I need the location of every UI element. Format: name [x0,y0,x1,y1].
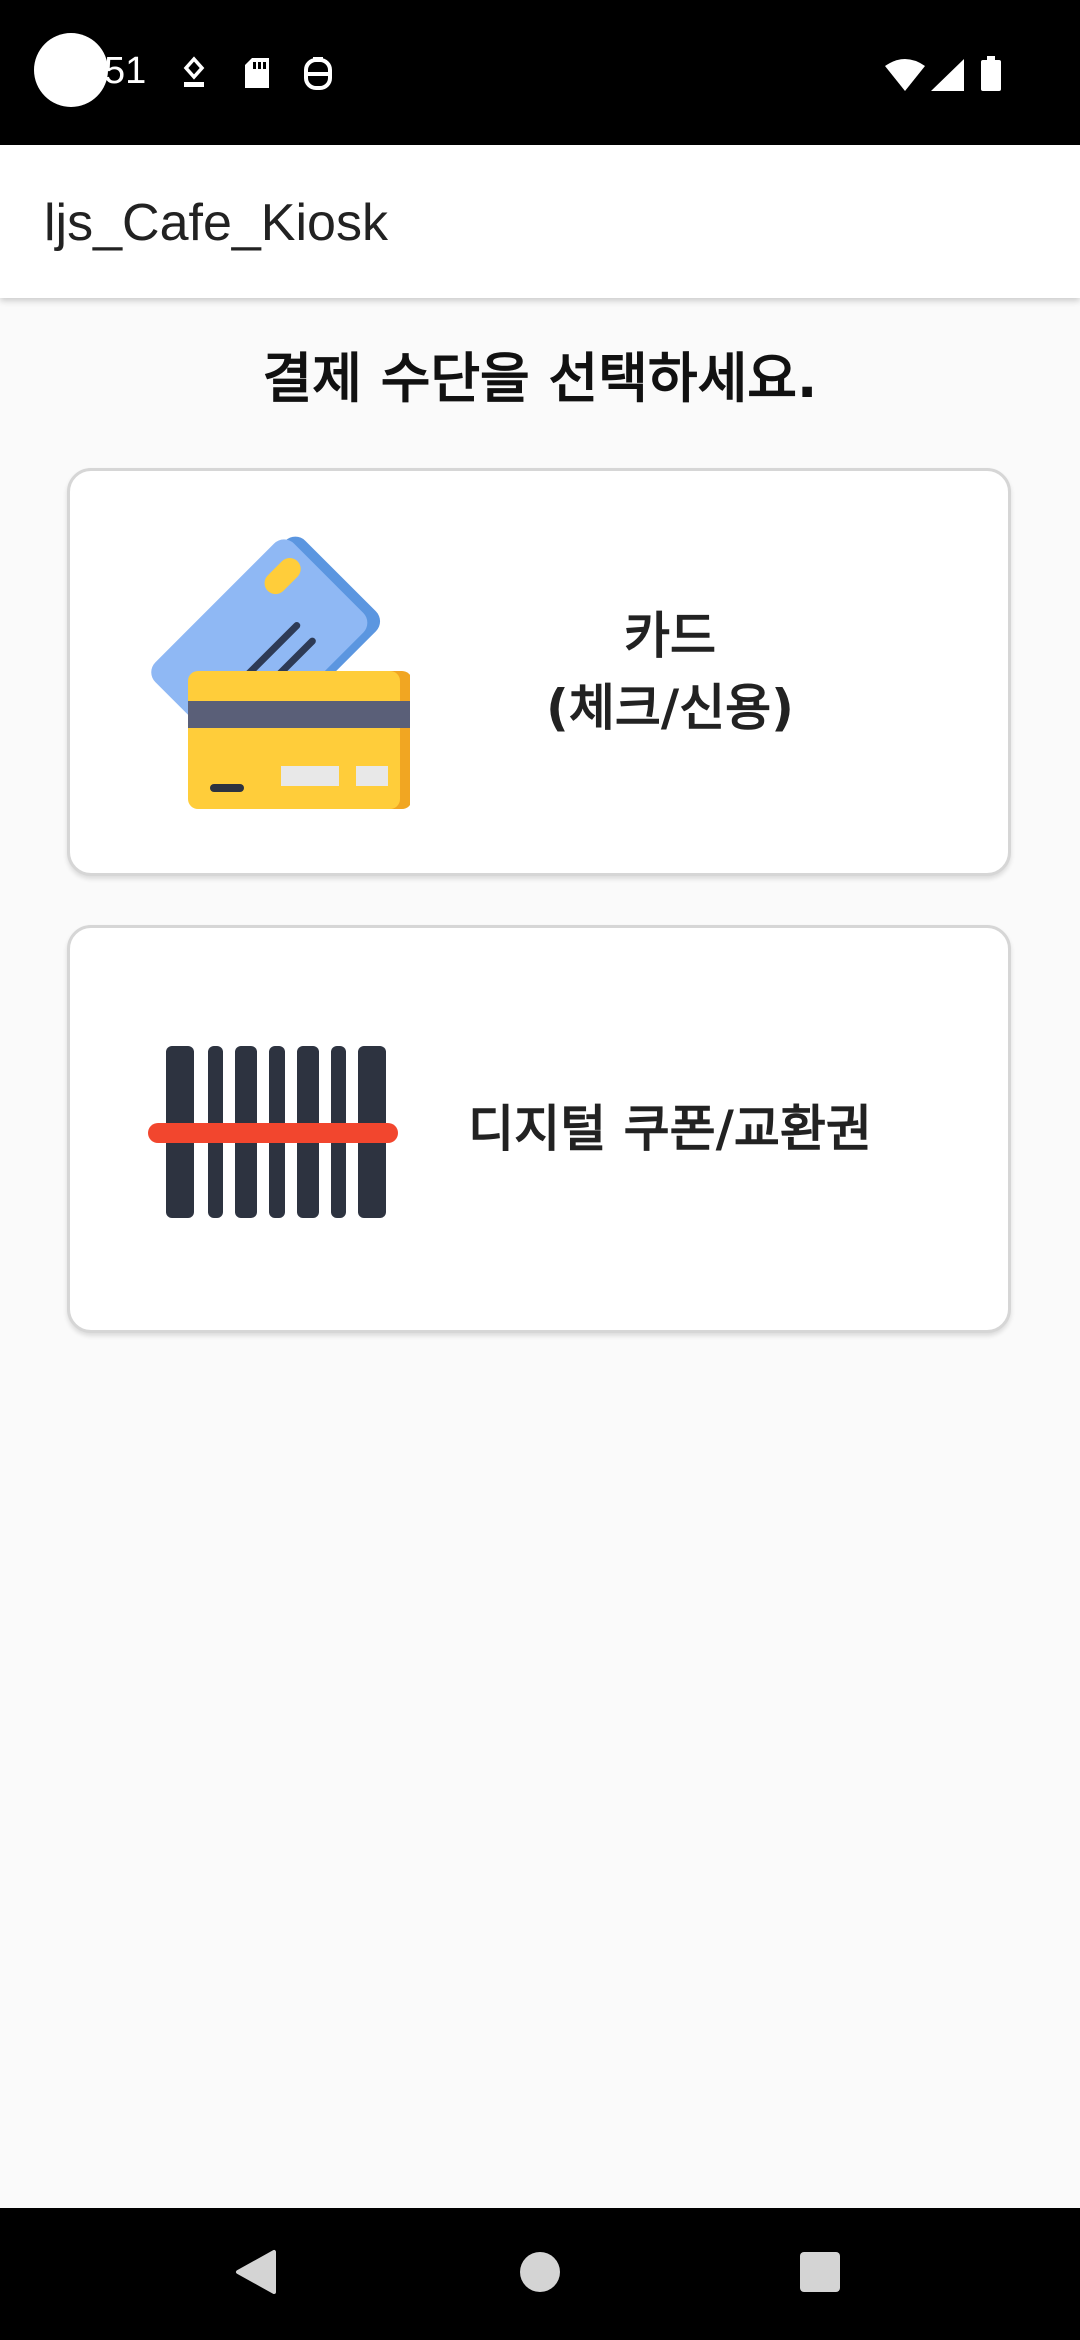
battery-icon [980,56,1002,96]
nav-home-button[interactable] [480,2208,600,2340]
coupon-label-text: 디지털 쿠폰/교환권 [468,1100,872,1158]
cellular-signal-icon [930,58,966,96]
nav-back-button[interactable] [196,2208,316,2340]
card-payment-label: 카드 (체크/신용) [450,471,890,873]
status-bar: 51 [0,0,1080,145]
home-circle-icon [518,2250,562,2298]
camera-cutout [34,33,108,107]
status-time: 51 [104,50,147,92]
card-payment-button[interactable]: 카드 (체크/신용) [67,468,1011,876]
app-bar: ljs_Cafe_Kiosk [0,145,1080,298]
payment-method-screen: 결제 수단을 선택하세요. 카드 (체크/신용) 디지털 쿠폰/교환권 [0,298,1080,2208]
credit-card-icon [140,531,412,821]
device-screen: 51 ljs_Cafe_Kiosk 결제 수단을 선택하세요. 카드 (체크/신… [0,0,1080,2340]
card-label-line2: (체크/신용) [546,679,794,737]
barcode-icon [140,988,410,1278]
digital-coupon-label: 디지털 쿠폰/교환권 [450,928,890,1330]
page-title: 결제 수단을 선택하세요. [262,347,818,410]
back-triangle-icon [234,2248,278,2300]
location-pin-icon [180,56,208,96]
app-title: ljs_Cafe_Kiosk [44,194,388,252]
navigation-bar [0,2208,1080,2340]
nav-recents-button[interactable] [760,2208,880,2340]
recents-square-icon [798,2250,842,2298]
wifi-icon [884,58,926,96]
card-label-line1: 카드 [624,607,716,665]
sd-card-icon [243,56,271,94]
digital-coupon-button[interactable]: 디지털 쿠폰/교환권 [67,925,1011,1333]
accessibility-face-icon [302,56,334,96]
